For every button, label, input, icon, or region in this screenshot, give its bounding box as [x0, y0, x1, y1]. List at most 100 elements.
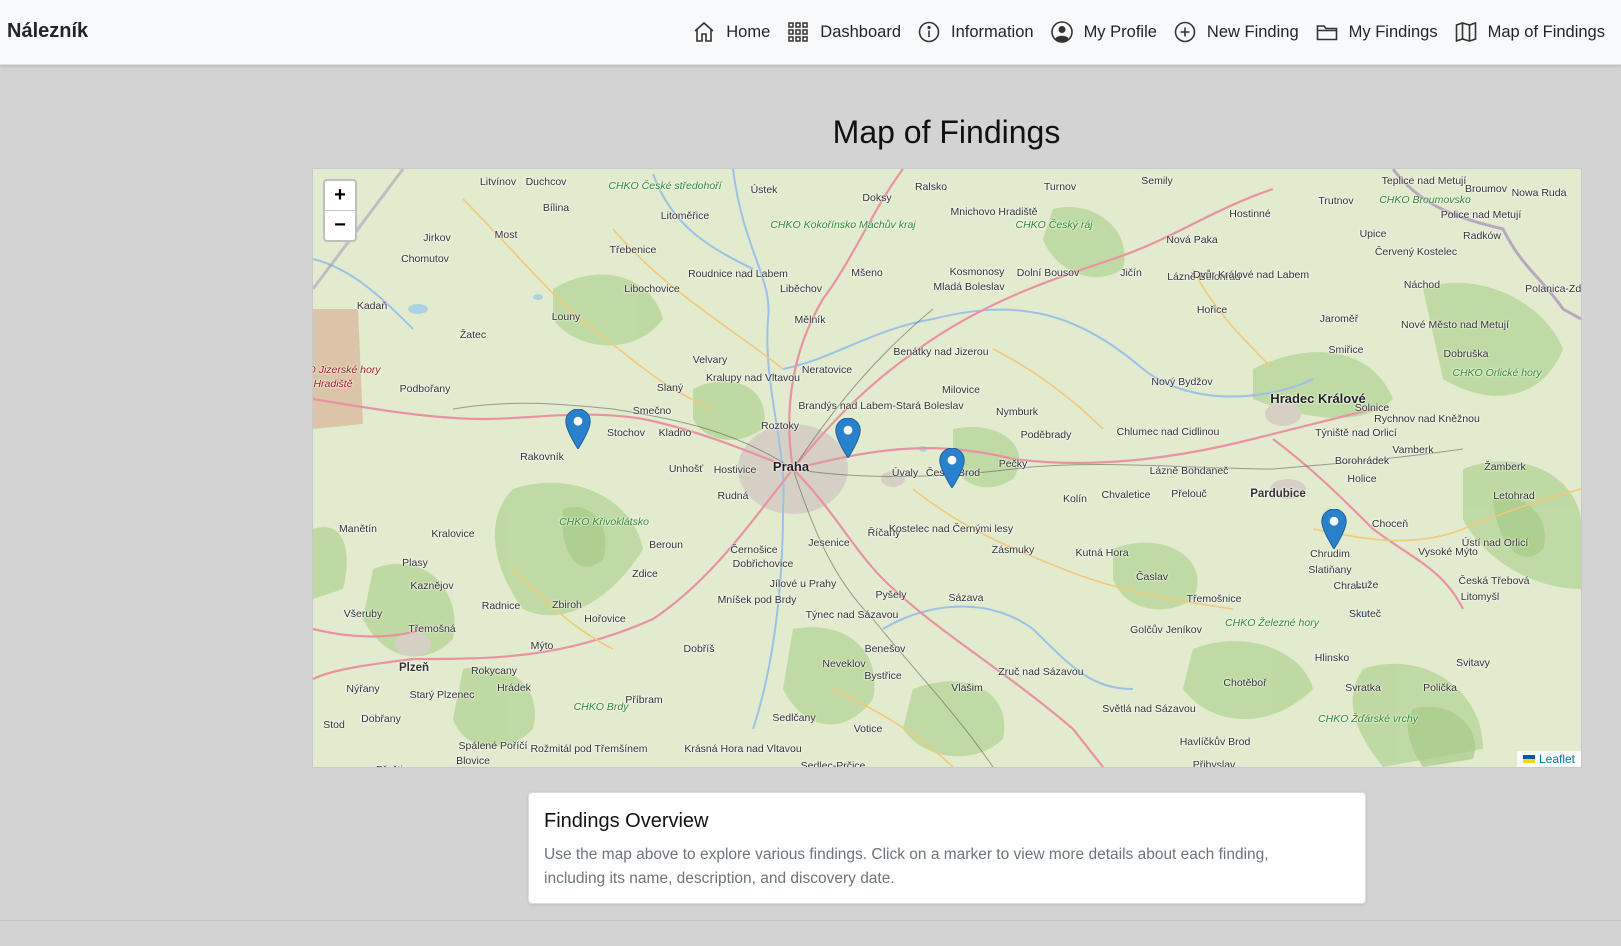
map-place-label: Duchcov [525, 176, 567, 188]
map-place-label: Bílina [542, 202, 570, 214]
leaflet-link[interactable]: Leaflet [1539, 752, 1575, 766]
navbar: Nálezník Home Dashboard Information My P… [0, 0, 1621, 65]
map-place-label: Zásmuky [991, 544, 1035, 556]
map-place-label: Luže [1355, 579, 1379, 591]
map-place-label: Smiřice [1328, 344, 1364, 356]
nav-item-my-profile[interactable]: My Profile [1042, 20, 1165, 44]
nav-item-map-of-findings[interactable]: Map of Findings [1446, 20, 1613, 44]
map-place-label: Hostivice [713, 464, 757, 476]
map-place-label: Hrádek [497, 682, 531, 694]
brand-logo[interactable]: Nálezník [7, 20, 88, 43]
map-place-label: Světlá nad Sázavou [1102, 703, 1196, 715]
map-place-label: Louny [551, 311, 581, 323]
map-place-label: Rudná [717, 490, 749, 502]
map-place-label: Unhošť [668, 463, 704, 475]
map-place-label: Praha [772, 459, 810, 474]
nav-item-new-finding[interactable]: New Finding [1165, 20, 1307, 44]
finding-marker[interactable] [939, 448, 965, 488]
map-place-label: Všeruby [343, 608, 383, 620]
finding-marker[interactable] [835, 418, 861, 458]
nav-item-dashboard[interactable]: Dashboard [778, 20, 909, 44]
map-place-label: Přibyslav [1192, 759, 1236, 768]
map-place-label: Broumov [1464, 183, 1508, 195]
map-place-label: Litvínov [479, 176, 517, 188]
map-place-label: Benešov [864, 643, 906, 655]
map-place-label: Mníšek pod Brdy [717, 594, 797, 606]
map-place-label: Jesenice [808, 537, 850, 549]
map-place-label: CHKO Brdy [573, 701, 629, 713]
person-circle-icon [1050, 21, 1073, 43]
grid-icon [788, 22, 809, 42]
map-place-label: Vlašim [951, 682, 983, 694]
map-place-label: Přelouč [1171, 488, 1207, 500]
nav-item-label: Home [726, 22, 771, 41]
map-place-label: Zruč nad Sázavou [998, 666, 1084, 678]
map-place-label: Jaroměř [1319, 313, 1359, 325]
map-place-label: Mšeno [851, 267, 883, 279]
map-place-label: Sedlčany [772, 712, 816, 724]
map-place-label: Pardubice [1250, 488, 1306, 500]
map-place-label: Radnice [481, 600, 521, 612]
map-place-label: Liběchov [779, 283, 823, 295]
map-place-label: Mnichovo Hradiště [950, 206, 1038, 218]
map-place-label: Starý Plzenec [409, 689, 475, 701]
map-place-label: Mladá Boleslav [933, 281, 1005, 293]
map-place-label: Chlumec nad Cidlinou [1116, 426, 1220, 438]
map-place-label: Třebenice [609, 244, 657, 256]
nav-menu: Home Dashboard Information My Profile Ne… [684, 0, 1613, 64]
map-place-label: Krásná Hora nad Vltavou [684, 743, 802, 755]
card-title: Findings Overview [544, 810, 709, 832]
map-place-label: Kosmonosy [949, 266, 1005, 278]
zoom-out-button[interactable]: − [325, 210, 355, 240]
map-place-label: Ústek [750, 184, 778, 196]
house-icon [694, 21, 714, 42]
map-place-label: Ústí nad Orlicí [1461, 537, 1529, 549]
map-place-label: Kralovice [431, 528, 475, 540]
map-place-label: Choceň [1371, 518, 1409, 530]
map-place-label: CHKO Orlické hory [1452, 367, 1542, 379]
map-place-label: Zbiroh [552, 599, 582, 611]
findings-overview-card: Findings Overview Use the map above to e… [528, 792, 1366, 904]
map-place-label: Chotěboř [1223, 677, 1267, 689]
map-place-label: Holice [1347, 473, 1377, 485]
finding-marker[interactable] [1321, 509, 1347, 549]
nav-item-home[interactable]: Home [684, 20, 778, 44]
nav-item-my-findings[interactable]: My Findings [1307, 20, 1446, 44]
nav-item-information[interactable]: Information [909, 20, 1042, 44]
map-place-label: Týnec nad Sázavou [805, 609, 899, 621]
finding-marker[interactable] [565, 409, 591, 449]
map-place-label: Svratka [1345, 682, 1381, 694]
map-place-label: Polička [1423, 682, 1457, 694]
map-place-label: Nymburk [995, 406, 1039, 418]
map-place-label: Jílové u Prahy [769, 578, 837, 590]
map-place-label: Rokycany [470, 665, 518, 677]
map-place-label: Příbram [625, 694, 663, 706]
map-place-label: Skuteč [1348, 608, 1382, 620]
map-place-label: Česká Třebová [1458, 575, 1530, 587]
map-place-label: Poděbrady [1020, 429, 1072, 441]
map-place-label: Nýřany [346, 683, 380, 695]
map-place-label: Náchod [1403, 279, 1441, 291]
map-place-label: Bystřice [864, 670, 902, 682]
map-place-label: Mělník [794, 314, 826, 326]
map-place-label: Trutnov [1318, 195, 1354, 207]
map-place-label: Libochovice [624, 283, 680, 295]
findings-map[interactable]: Litvínov Duchcov CHKO České středohoří Úste… [312, 168, 1582, 768]
zoom-in-button[interactable]: + [325, 181, 355, 210]
map-place-label: Kladno [658, 427, 692, 439]
nav-item-label: New Finding [1206, 22, 1299, 41]
map-place-label: Podbořany [399, 383, 451, 395]
map-place-label: Červený Kostelec [1374, 246, 1458, 258]
map-place-label: Kralupy nad Vltavou [706, 372, 800, 384]
map-place-label: Litoměřice [660, 210, 710, 222]
map-place-label: Semily [1141, 175, 1173, 187]
map-place-label: Hostinné [1229, 208, 1271, 220]
map-place-label: Dvůr Králové nad Labem [1192, 269, 1310, 281]
plus-circle-icon [1174, 21, 1196, 43]
map-place-label: Nowa Ruda [1511, 187, 1567, 199]
folder-icon [1316, 25, 1337, 41]
map-place-label: Časlav [1135, 571, 1169, 583]
map-place-label: Hořice [1196, 304, 1228, 316]
map-place-label: Beroun [649, 539, 683, 551]
map-place-label: Hořovice [584, 613, 626, 625]
